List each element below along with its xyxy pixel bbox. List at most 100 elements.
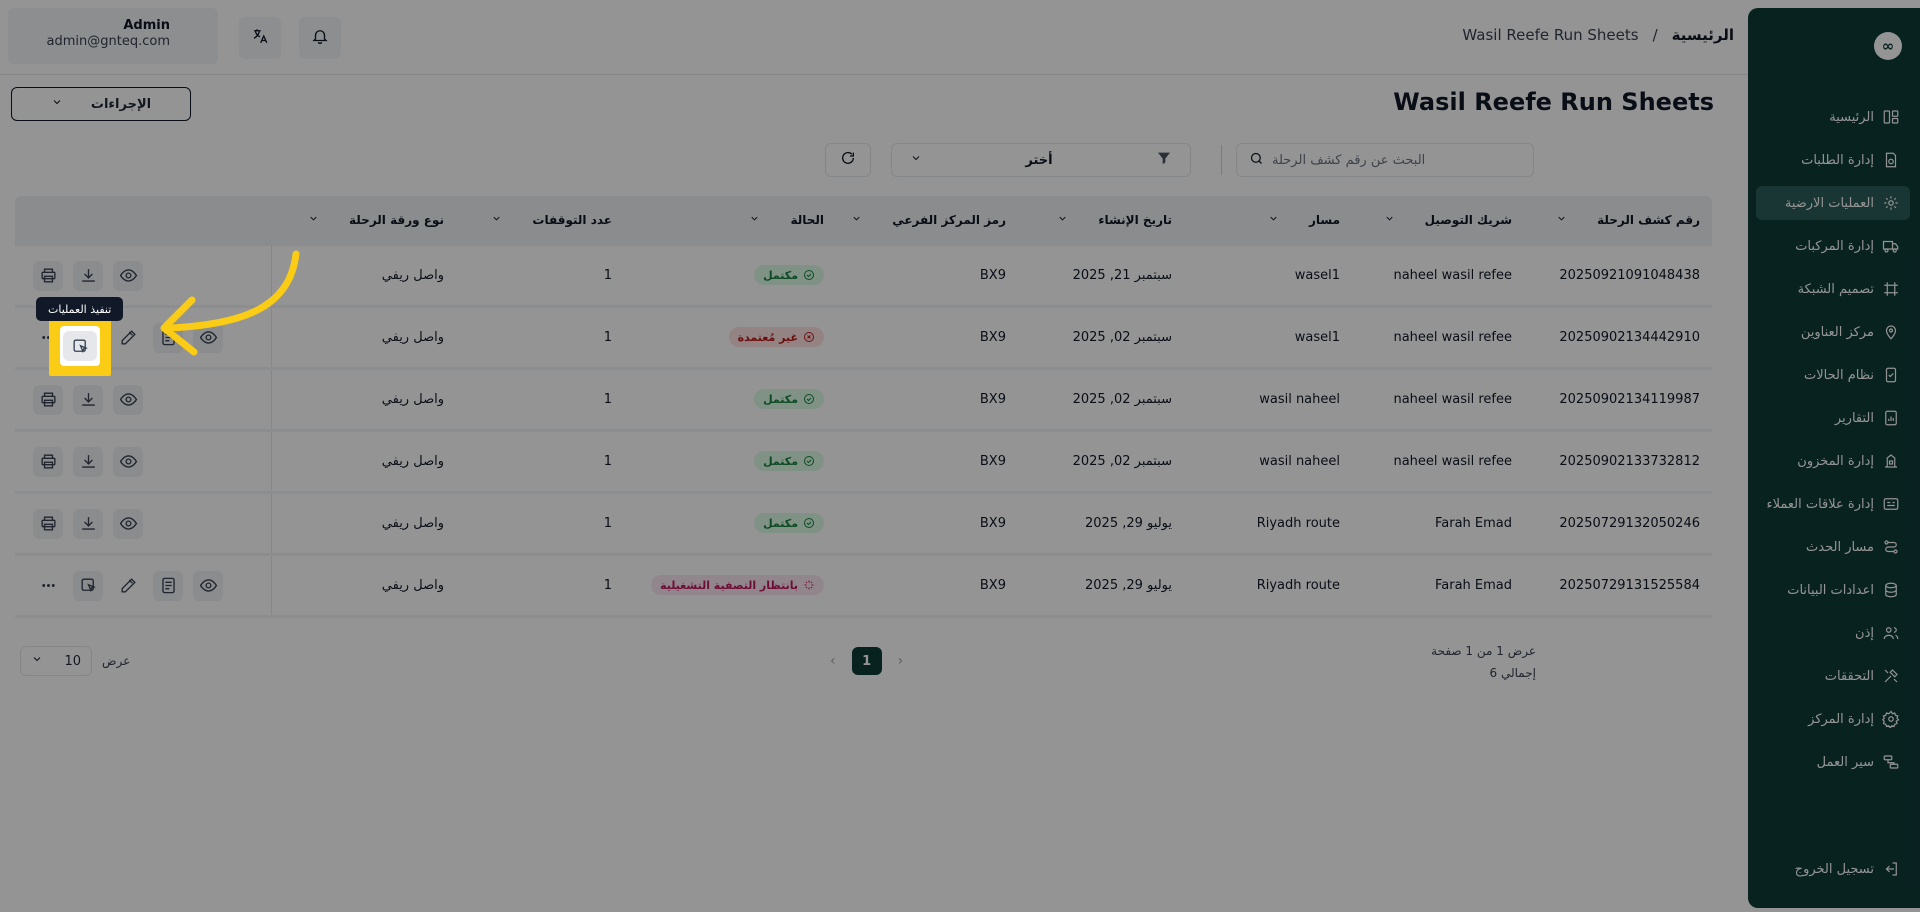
app-logo[interactable]: ∞ (1874, 32, 1902, 60)
edit-button[interactable] (113, 571, 143, 601)
sidebar-item-orders[interactable]: إدارة الطلبات (1756, 143, 1910, 177)
status-done-icon (804, 456, 814, 466)
sidebar-item-truck[interactable]: إدارة المركبات (1756, 229, 1910, 263)
orders-icon (1882, 151, 1900, 169)
sidebar-item-layout[interactable]: الرئيسية (1756, 100, 1910, 134)
print-button[interactable] (33, 260, 63, 291)
details-button[interactable] (153, 570, 183, 601)
header-branch-code[interactable]: رمز المركز الفرعي (851, 213, 1006, 227)
sidebar-item-status[interactable]: نظام الحالات (1756, 358, 1910, 392)
print-button[interactable] (33, 384, 63, 415)
status-rejected-icon (804, 332, 814, 342)
view-button[interactable] (193, 570, 223, 601)
chevron-down-icon (51, 96, 63, 112)
download-button[interactable] (73, 384, 103, 415)
cell-run-sheet-number[interactable]: 20250729132050246 (1559, 516, 1700, 531)
download-button[interactable] (73, 260, 103, 291)
status-label: مكتمل (763, 392, 798, 406)
highlighted-execute-operations-button[interactable] (60, 326, 100, 366)
next-page-icon[interactable]: › (898, 653, 904, 669)
table-row[interactable]: 20250729131525584 Farah Emad Riyadh route ي… (15, 556, 1712, 618)
filter-icon (1156, 150, 1172, 170)
cell-delivery-partner: naheel wasil refee (1393, 330, 1512, 345)
cell-delivery-partner: Farah Emad (1434, 516, 1512, 531)
search-input[interactable]: البحث عن رقم كشف الرحلة (1236, 143, 1534, 177)
header-stops-count[interactable]: عدد التوقفات (491, 213, 612, 227)
header-route[interactable]: مسار (1268, 213, 1340, 227)
sidebar-item-crm[interactable]: إدارة علاقات العملاء (1756, 487, 1910, 521)
cell-delivery-partner: naheel wasil refee (1393, 454, 1512, 469)
cell-run-sheet-number[interactable]: 20250902133732812 (1559, 454, 1700, 469)
print-button[interactable] (33, 508, 63, 539)
cell-stops-count: 1 (603, 578, 612, 593)
prev-page-icon[interactable]: ‹ (830, 653, 836, 669)
sidebar-item-location[interactable]: مركز العناوين (1756, 315, 1910, 349)
sidebar-item-label: إدارة الطلبات (1801, 152, 1874, 168)
user-card[interactable]: Admin admin@gnteq.com (8, 8, 218, 64)
main-content: Admin admin@gnteq.com Wasil Reefe Run Sh… (0, 0, 1748, 912)
view-button[interactable] (113, 384, 143, 415)
sidebar-item-label: مركز العناوين (1800, 324, 1874, 340)
table-row[interactable]: 20250902133732812 naheel wasil refee wasil… (15, 432, 1712, 494)
cell-run-sheet-number[interactable]: 20250902134119987 (1559, 392, 1700, 407)
filter-select[interactable]: أختر (891, 143, 1191, 177)
header-created-date[interactable]: تاريخ الإنشاء (1057, 213, 1172, 227)
execute-operations-button[interactable] (73, 570, 103, 601)
print-button[interactable] (33, 446, 63, 477)
status-badge: مكتمل (754, 451, 824, 471)
cell-created-date: سبتمبر 21, 2025 (1072, 268, 1172, 283)
page-button-1[interactable]: 1 (851, 647, 882, 675)
sidebar-item-tools[interactable]: التحققات (1756, 659, 1910, 693)
network-icon (1882, 280, 1900, 298)
sidebar-item-inventory[interactable]: إدارة المخزون (1756, 444, 1910, 478)
sidebar-item-settings[interactable]: إدارة المركز (1756, 702, 1910, 736)
refresh-button[interactable] (825, 143, 871, 177)
page-title: Wasil Reefe Run Sheets (1393, 88, 1714, 116)
page-size-select[interactable]: 10 (20, 646, 92, 676)
sidebar-item-label: تصميم الشبكة (1797, 281, 1874, 297)
row-actions (15, 432, 272, 491)
logout-button[interactable]: تسجيل الخروج (1756, 852, 1910, 886)
sidebar-item-database[interactable]: اعدادات البيانات (1756, 573, 1910, 607)
header-delivery-partner[interactable]: شريك التوصيل (1384, 213, 1512, 227)
sidebar-item-label: إدارة علاقات العملاء (1766, 496, 1874, 512)
sidebar-item-label: العمليات الارضية (1784, 195, 1874, 211)
view-button[interactable] (113, 260, 143, 291)
cell-run-sheet-number[interactable]: 20250921091048438 (1559, 268, 1700, 283)
actions-label: الإجراءات (90, 96, 152, 112)
sidebar-item-workflow[interactable]: سير العمل (1756, 745, 1910, 779)
sidebar-item-reports[interactable]: التقارير (1756, 401, 1910, 435)
breadcrumb-home[interactable]: الرئيسية (1672, 26, 1734, 44)
breadcrumb-current[interactable]: Wasil Reefe Run Sheets (1462, 26, 1638, 44)
cell-branch-code: BX9 (979, 392, 1006, 407)
header-sheet-type[interactable]: نوع ورقة الرحلة (308, 213, 444, 227)
header-status[interactable]: الحالة (749, 213, 824, 227)
more-actions-button[interactable] (33, 571, 63, 601)
cell-run-sheet-number[interactable]: 20250902134442910 (1559, 330, 1700, 345)
sidebar-item-ground-ops[interactable]: العمليات الارضية (1756, 186, 1910, 220)
actions-dropdown-button[interactable]: الإجراءات (11, 87, 191, 121)
header-run-sheet-number[interactable]: رقم كشف الرحلة (1556, 213, 1700, 227)
sidebar-item-network[interactable]: تصميم الشبكة (1756, 272, 1910, 306)
sidebar-item-users[interactable]: إذن (1756, 616, 1910, 650)
table-header: رقم كشف الرحلة شريك التوصيل مسار تاريخ ا… (15, 196, 1712, 246)
notifications-button[interactable] (299, 17, 341, 59)
download-button[interactable] (73, 446, 103, 477)
user-email: admin@gnteq.com (46, 34, 170, 49)
language-button[interactable] (239, 17, 281, 59)
table-row[interactable]: 20250902134119987 naheel wasil refee wasil… (15, 370, 1712, 432)
view-button[interactable] (113, 446, 143, 477)
breadcrumb-separator: / (1652, 26, 1658, 44)
cell-sheet-type: واصل ريفي (381, 454, 444, 469)
sidebar-item-route[interactable]: مسار الحدث (1756, 530, 1910, 564)
sort-icon (851, 213, 862, 227)
cell-run-sheet-number[interactable]: 20250729131525584 (1559, 578, 1700, 593)
view-button[interactable] (113, 508, 143, 539)
table-row[interactable]: 20250729132050246 Farah Emad Riyadh route ي… (15, 494, 1712, 556)
status-badge: مكتمل (754, 265, 824, 285)
pagination-total: إجمالي 6 (1489, 666, 1536, 680)
filter-label: أختر (1025, 152, 1053, 168)
edit-button[interactable] (113, 323, 143, 353)
page-size-control: 10 عرض (20, 646, 130, 676)
download-button[interactable] (73, 508, 103, 539)
